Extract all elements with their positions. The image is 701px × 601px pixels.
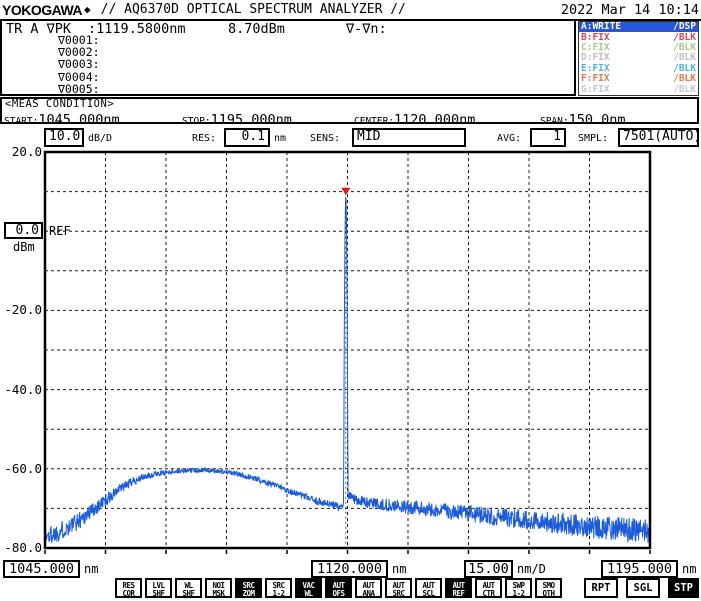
function-key-bar: RESCORLVLSHFWLSHFNOIMSKSRCZOMSRC1-2VACWL…: [115, 578, 562, 598]
center-wavelength-unit: nm: [392, 562, 406, 576]
fkey-wl-shf[interactable]: WLSHF: [175, 578, 202, 598]
meas-field-value: 150.0nm: [569, 112, 626, 128]
fkey-noi-msk[interactable]: NOIMSK: [205, 578, 232, 598]
fkey-src-zom[interactable]: SRCZOM: [235, 578, 262, 598]
fkey-aut-ofs[interactable]: AUTOFS: [325, 578, 352, 598]
fkey-lvl-shf[interactable]: LVLSHF: [145, 578, 172, 598]
fkey-aut-scl[interactable]: AUTSCL: [415, 578, 442, 598]
marker-list: ∇0001:∇0002:∇0003:∇0004:∇0005:: [58, 34, 100, 95]
datetime: 2022 Mar 14 10:14: [561, 2, 701, 18]
sampling-field[interactable]: 7501(AUTO): [618, 128, 699, 147]
fkey-smo-oth[interactable]: SMOOTH: [535, 578, 562, 598]
sampling-label: SMPL:: [578, 133, 608, 144]
brand-logo: YOKOGAWA: [0, 2, 82, 18]
meas-condition-box: <MEAS CONDITION> START:1045.000nmSTOP:11…: [0, 97, 699, 124]
center-wavelength-field[interactable]: 1120.000: [311, 560, 388, 578]
brand-diamond-icon: ◆: [84, 3, 91, 16]
y-axis-tick: -20.0: [2, 302, 42, 317]
meas-field-span: SPAN:150.0nm: [540, 109, 680, 128]
fkey-aut-ana[interactable]: AUTANA: [355, 578, 382, 598]
meas-field-value: 1045.000nm: [38, 112, 119, 128]
marker-row: ∇0005:: [58, 83, 100, 95]
trace-row-g[interactable]: G:FIX/BLK: [579, 85, 698, 95]
peak-level-value: 8.70dBm: [228, 21, 285, 37]
level-scale-unit: dB/D: [88, 133, 112, 144]
reference-level-field[interactable]: 0.0: [4, 222, 43, 239]
stop-wavelength-field[interactable]: 1195.000: [601, 560, 678, 578]
y-axis-tick: 20.0: [2, 144, 42, 159]
osa-screen: YOKOGAWA ◆ // AQ6370D OPTICAL SPECTRUM A…: [0, 0, 701, 601]
settings-bar: 10.0 dB/D RES: 0.1 nm SENS: MID AVG: 1 S…: [0, 128, 701, 149]
level-scale-field[interactable]: 10.0: [44, 128, 84, 147]
meas-condition-fields: START:1045.000nmSTOP:1195.000nmCENTER:11…: [2, 109, 697, 128]
sensitivity-label: SENS:: [310, 133, 340, 144]
fkey-aut-ctr[interactable]: AUTCTR: [475, 578, 502, 598]
header-bar: YOKOGAWA ◆ // AQ6370D OPTICAL SPECTRUM A…: [0, 0, 701, 19]
meas-field-value: 1120.000nm: [394, 112, 475, 128]
fkey-aut-ref[interactable]: AUTREF: [445, 578, 472, 598]
start-wavelength-unit: nm: [84, 562, 98, 576]
delta-marker-label: ∇-∇n:: [346, 21, 387, 37]
y-axis-tick: -80.0: [2, 540, 42, 555]
sensitivity-field[interactable]: MID: [352, 128, 466, 147]
fkey-vac-wl[interactable]: VACWL: [295, 578, 322, 598]
average-field[interactable]: 1: [530, 128, 566, 147]
trace-name: G:FIX: [581, 85, 610, 95]
reference-level-unit: dBm: [13, 240, 35, 254]
meas-field-stop: STOP:1195.000nm: [182, 109, 354, 128]
trace-status-panel: A:WRITE/DSPB:FIX/BLKC:FIX/BLKD:FIX/BLKE:…: [578, 21, 699, 96]
resolution-label: RES:: [192, 133, 216, 144]
meas-field-center: CENTER:1120.000nm: [354, 109, 540, 128]
fkey-src-1-2[interactable]: SRC1-2: [265, 578, 292, 598]
peak-wavelength-value: :1119.5800nm: [88, 21, 186, 37]
meas-field-label: STOP:: [182, 116, 211, 127]
meas-field-start: START:1045.000nm: [4, 109, 182, 128]
key-sgl[interactable]: SGL: [626, 578, 660, 598]
trace-name: A:WRITE: [581, 22, 621, 32]
meas-field-label: SPAN:: [540, 116, 569, 127]
trace-display-mode: /BLK: [673, 74, 696, 84]
meas-field-value: 1195.000nm: [211, 112, 292, 128]
per-division-field[interactable]: 15.00: [464, 560, 513, 578]
page-title: // AQ6370D OPTICAL SPECTRUM ANALYZER //: [101, 2, 406, 17]
y-axis-tick: -40.0: [2, 382, 42, 397]
trace-display-mode: /BLK: [673, 53, 696, 63]
fkey-res-cor[interactable]: RESCOR: [115, 578, 142, 598]
spectrum-plot: [40, 147, 656, 557]
meas-condition-title: <MEAS CONDITION>: [2, 99, 697, 109]
meas-field-label: START:: [4, 116, 38, 127]
average-label: AVG:: [497, 133, 521, 144]
resolution-unit: nm: [274, 133, 286, 144]
resolution-field[interactable]: 0.1: [224, 128, 270, 147]
trace-display-mode: /BLK: [673, 85, 696, 95]
trace-row-f[interactable]: F:FIX/BLK: [579, 74, 698, 84]
trace-marker-info-box: TR A ∇PK :1119.5800nm 8.70dBm ∇-∇n: ∇000…: [0, 19, 576, 96]
per-division-unit: nm/D: [517, 562, 546, 576]
trace-display-mode: /DSP: [673, 22, 696, 32]
trace-name: D:FIX: [581, 53, 610, 63]
trace-name: F:FIX: [581, 74, 610, 84]
key-rpt[interactable]: RPT: [584, 578, 618, 598]
stop-wavelength-unit: nm: [682, 562, 696, 576]
y-axis-tick: -60.0: [2, 461, 42, 476]
start-wavelength-field[interactable]: 1045.000: [3, 560, 80, 578]
meas-field-label: CENTER:: [354, 116, 394, 127]
fkey-swp-1-2[interactable]: SWP1-2: [505, 578, 532, 598]
peak-marker-icon: [341, 188, 350, 196]
key-stp[interactable]: STP: [668, 578, 699, 598]
fkey-aut-src[interactable]: AUTSRC: [385, 578, 412, 598]
marker-row: ∇0003:: [58, 58, 100, 70]
marker-row: ∇0004:: [58, 71, 100, 83]
trace-row-a[interactable]: A:WRITE/DSP: [579, 22, 698, 32]
